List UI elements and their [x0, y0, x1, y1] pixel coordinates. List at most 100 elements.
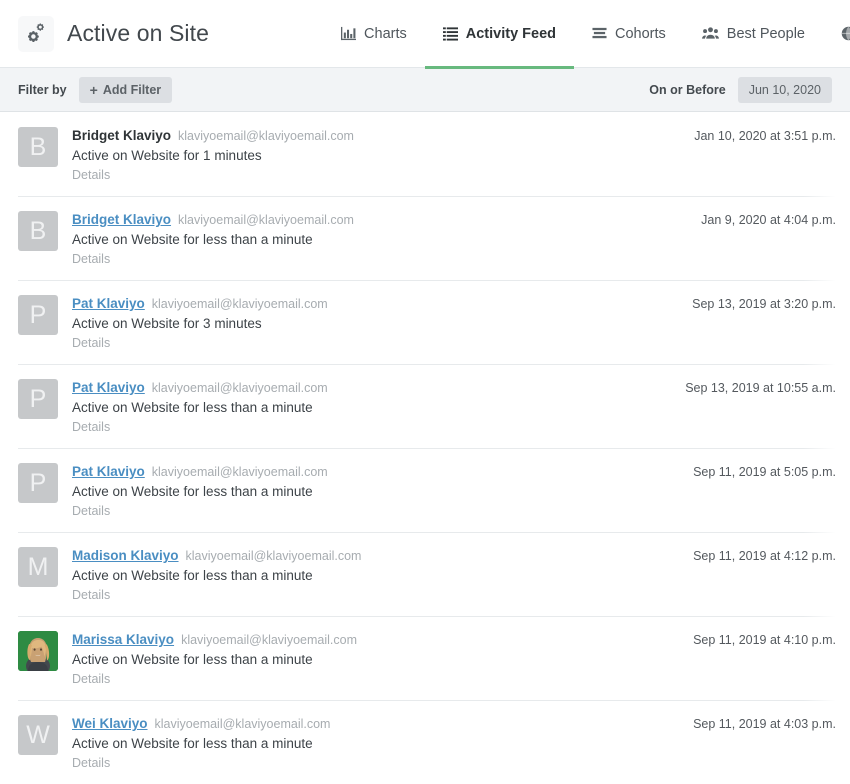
activity-row-body: Bridget Klaviyo klaviyoemail@klaviyoemail… [72, 127, 354, 182]
page-title: Active on Site [67, 20, 210, 46]
avatar-letter: W [26, 720, 50, 749]
details-link[interactable]: Details [72, 336, 328, 350]
filter-bar: Filter by + Add Filter On or Before Jun … [0, 68, 850, 112]
details-link[interactable]: Details [72, 420, 328, 434]
avatar-initial[interactable]: M [18, 547, 58, 587]
activity-timestamp: Sep 11, 2019 at 5:05 p.m. [693, 465, 836, 479]
brand: Active on Site [0, 15, 210, 52]
person-name[interactable]: Pat Klaviyo [72, 380, 145, 395]
date-filter: On or Before Jun 10, 2020 [649, 76, 832, 103]
person-line: Pat Klaviyo klaviyoemail@klaviyoemail.com [72, 296, 328, 311]
person-email: klaviyoemail@klaviyoemail.com [154, 717, 331, 731]
activity-timestamp: Sep 13, 2019 at 3:20 p.m. [692, 297, 836, 311]
person-name[interactable]: Pat Klaviyo [72, 296, 145, 311]
main-nav: Charts Activity Feed Cohorts Best People [323, 0, 850, 69]
details-link[interactable]: Details [72, 504, 328, 518]
avatar-letter: P [29, 384, 47, 413]
details-link[interactable]: Details [72, 168, 354, 182]
person-name[interactable]: Wei Klaviyo [72, 716, 148, 731]
person-line: Pat Klaviyo klaviyoemail@klaviyoemail.com [72, 380, 328, 395]
person-email: klaviyoemail@klaviyoemail.com [181, 633, 357, 647]
activity-description: Active on Website for less than a minute [72, 484, 313, 499]
activity-row: B Bridget Klaviyo klaviyoemail@klaviyoemai… [18, 196, 850, 280]
activity-description: Active on Website for less than a minute [72, 652, 313, 667]
activity-row-body: Wei Klaviyo klaviyoemail@klaviyoemail.com… [72, 715, 330, 770]
activity-row: M Madison Klaviyo klaviyoemail@klaviyoemai… [18, 532, 850, 616]
tab-label: Charts [364, 25, 407, 42]
person-line: Wei Klaviyo klaviyoemail@klaviyoemail.com [72, 716, 330, 731]
activity-row-body: Marissa Klaviyo klaviyoemail@klaviyoemail… [72, 631, 357, 686]
tab-activity-feed[interactable]: Activity Feed [424, 0, 575, 69]
person-name[interactable]: Madison Klaviyo [72, 548, 179, 563]
details-link[interactable]: Details [72, 252, 354, 266]
bar-chart-icon [341, 26, 357, 41]
person-email: klaviyoemail@klaviyoemail.com [151, 297, 328, 311]
tab-label: Activity Feed [465, 25, 556, 42]
person-line: Pat Klaviyo klaviyoemail@klaviyoemail.com [72, 464, 328, 479]
person-line: Madison Klaviyo klaviyoemail@klaviyoemail… [72, 548, 361, 563]
on-or-before-label: On or Before [649, 82, 726, 97]
tab-label: Cohorts [615, 25, 666, 42]
avatar-initial[interactable]: W [18, 715, 58, 755]
avatar-letter: P [29, 468, 47, 497]
person-line: Marissa Klaviyo klaviyoemail@klaviyoemail… [72, 632, 357, 647]
person-email: klaviyoemail@klaviyoemail.com [185, 549, 362, 563]
avatar-letter: B [29, 216, 47, 245]
cohorts-icon [592, 26, 607, 41]
person-line: Bridget Klaviyo klaviyoemail@klaviyoemail… [72, 212, 354, 227]
person-email: klaviyoemail@klaviyoemail.com [178, 129, 354, 143]
avatar-initial[interactable]: P [18, 379, 58, 419]
avatar-initial[interactable]: P [18, 295, 58, 335]
person-email: klaviyoemail@klaviyoemail.com [178, 213, 354, 227]
activity-row: P Pat Klaviyo klaviyoemail@klaviyoemail.co… [18, 364, 850, 448]
avatar-letter: P [29, 300, 47, 329]
add-filter-button[interactable]: + Add Filter [78, 76, 173, 103]
tab-activity-map[interactable]: Activity Map [823, 0, 850, 68]
activity-description: Active on Website for less than a minute [72, 568, 313, 583]
plus-icon: + [89, 81, 98, 98]
person-email: klaviyoemail@klaviyoemail.com [151, 381, 328, 395]
globe-icon [841, 26, 850, 41]
date-value-button[interactable]: Jun 10, 2020 [737, 76, 832, 103]
filter-by-label: Filter by [18, 82, 67, 97]
activity-row: P Pat Klaviyo klaviyoemail@klaviyoemail.co… [18, 280, 850, 364]
tab-best-people[interactable]: Best People [684, 0, 823, 68]
details-link[interactable]: Details [72, 756, 330, 770]
tab-charts[interactable]: Charts [323, 0, 425, 68]
list-icon [442, 26, 458, 41]
gears-icon [18, 15, 54, 52]
activity-timestamp: Sep 13, 2019 at 10:55 a.m. [685, 381, 836, 395]
activity-timestamp: Sep 11, 2019 at 4:12 p.m. [693, 549, 836, 563]
avatar-initial[interactable]: B [18, 211, 58, 251]
avatar-initial[interactable]: B [18, 127, 58, 167]
activity-timestamp: Jan 10, 2020 at 3:51 p.m. [694, 129, 836, 143]
details-link[interactable]: Details [72, 588, 361, 602]
activity-feed-list: B Bridget Klaviyo klaviyoemail@klaviyoemai… [0, 112, 850, 784]
activity-description: Active on Website for 1 minutes [72, 148, 262, 163]
avatar-letter: M [27, 552, 49, 581]
activity-description: Active on Website for 3 minutes [72, 316, 262, 331]
activity-timestamp: Jan 9, 2020 at 4:04 p.m. [701, 213, 836, 227]
person-name[interactable]: Bridget Klaviyo [72, 212, 171, 227]
activity-row-body: Pat Klaviyo klaviyoemail@klaviyoemail.com… [72, 379, 328, 434]
person-name[interactable]: Marissa Klaviyo [72, 632, 174, 647]
activity-row-body: Pat Klaviyo klaviyoemail@klaviyoemail.com… [72, 295, 328, 350]
person-line: Bridget Klaviyo klaviyoemail@klaviyoemail… [72, 128, 354, 143]
app-header: Active on Site Charts Activity Feed Coho… [0, 0, 850, 69]
activity-timestamp: Sep 11, 2019 at 4:03 p.m. [693, 717, 836, 731]
activity-row-body: Madison Klaviyo klaviyoemail@klaviyoemail… [72, 547, 361, 602]
details-link[interactable]: Details [72, 672, 357, 686]
tab-cohorts[interactable]: Cohorts [574, 0, 684, 68]
activity-row: Marissa Klaviyo klaviyoemail@klaviyoemail… [18, 616, 850, 700]
activity-description: Active on Website for less than a minute [72, 736, 313, 751]
avatar-initial[interactable]: P [18, 463, 58, 503]
add-filter-label: Add Filter [102, 82, 162, 97]
activity-row: P Pat Klaviyo klaviyoemail@klaviyoemail.co… [18, 448, 850, 532]
activity-row-body: Pat Klaviyo klaviyoemail@klaviyoemail.com… [72, 463, 328, 518]
person-name[interactable]: Pat Klaviyo [72, 464, 145, 479]
person-email: klaviyoemail@klaviyoemail.com [151, 465, 328, 479]
avatar-letter: B [29, 132, 47, 161]
avatar-photo[interactable] [18, 631, 58, 671]
activity-description: Active on Website for less than a minute [72, 232, 313, 247]
activity-row: W Wei Klaviyo klaviyoemail@klaviyoemail.co… [18, 700, 850, 784]
